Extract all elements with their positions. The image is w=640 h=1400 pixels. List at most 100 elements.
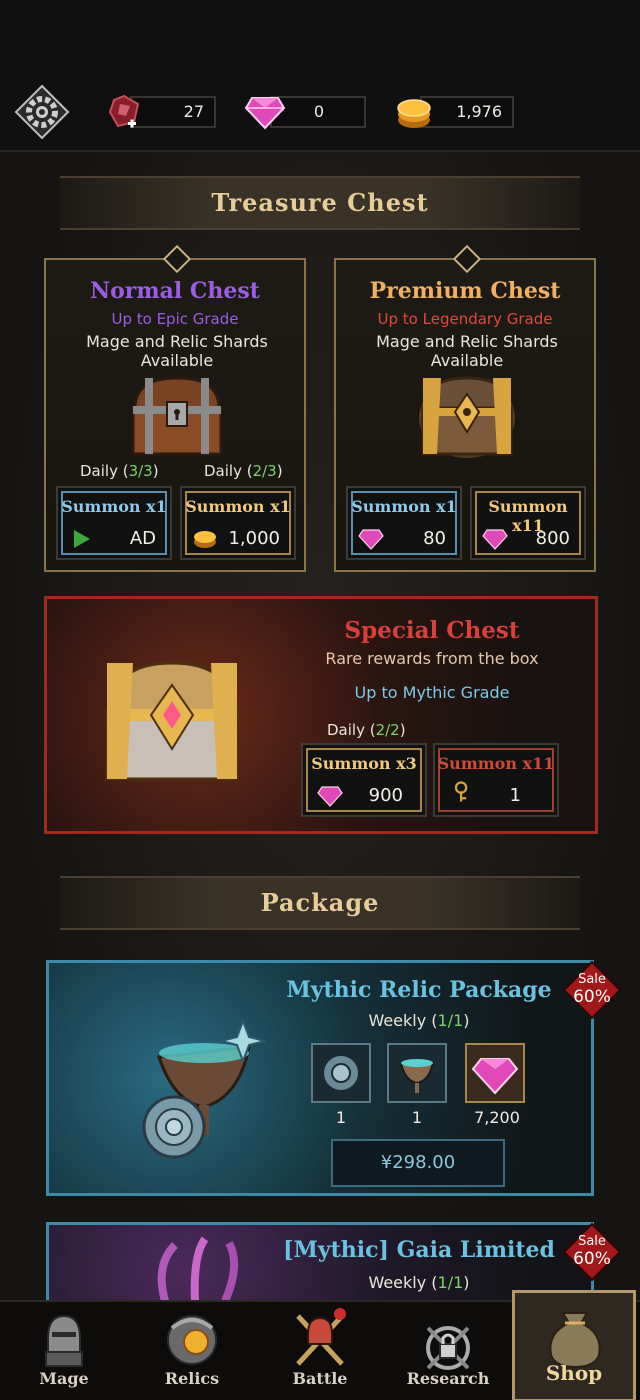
- button-cost: 800: [535, 528, 570, 549]
- golden-chest-icon: [419, 376, 515, 458]
- special-summon-x3-button[interactable]: Summon x3 900: [301, 743, 427, 817]
- normal-chest-desc: Mage and Relic Shards Available: [86, 332, 268, 370]
- nav-relics[interactable]: Relics: [134, 1302, 250, 1400]
- gems-qty: 7,200: [474, 1108, 520, 1127]
- nav-label: Research: [406, 1369, 490, 1388]
- weekly-label: Weekly (: [368, 1011, 438, 1030]
- package-item-rose[interactable]: [311, 1043, 371, 1103]
- relic-bundle-icon: [142, 1018, 266, 1159]
- normal-chest-grade: Up to Epic Grade: [111, 310, 239, 328]
- premium-chest-grade: Up to Legendary Grade: [377, 310, 553, 328]
- normal-summon-ad-button[interactable]: Summon x1 AD: [56, 486, 172, 560]
- nav-battle[interactable]: Battle: [262, 1302, 378, 1400]
- daily-close: ): [152, 462, 159, 480]
- gems-value: 0: [313, 102, 324, 121]
- button-cost: AD: [129, 528, 156, 549]
- special-chest-grade: Up to Mythic Grade: [354, 683, 510, 702]
- gem-icon: [244, 97, 286, 130]
- special-daily: Daily (2/2): [327, 721, 406, 739]
- gold-value: 1,976: [456, 102, 502, 121]
- normal-summon-gold-button[interactable]: Summon x1 1,000: [180, 486, 296, 560]
- mythic-relic-package-card[interactable]: Mythic Relic Package Weekly (1/1) 1 1 7,…: [46, 960, 594, 1196]
- nav-research[interactable]: Research: [390, 1302, 506, 1400]
- normal-chest-card: Normal Chest Up to Epic Grade Mage and R…: [44, 244, 306, 572]
- button-cost: 1,000: [228, 528, 280, 549]
- treasure-chest-title: Treasure Chest: [211, 188, 429, 217]
- daily-close: ): [399, 721, 406, 739]
- premium-summon-x11-button[interactable]: Summon x11 800: [470, 486, 586, 560]
- sale-word: Sale: [578, 1234, 606, 1249]
- weekly-close: ): [463, 1273, 470, 1292]
- package-item-chalice[interactable]: [387, 1043, 447, 1103]
- top-bar: 27 0 1,976: [0, 0, 640, 152]
- premium-summon-x1-button[interactable]: Summon x1 80: [346, 486, 462, 560]
- gem-icon: [317, 786, 343, 807]
- normal-daily-left: Daily (3/3): [80, 462, 159, 480]
- sale-badge: Sale 60%: [562, 1222, 622, 1282]
- nav-label: Shop: [545, 1361, 603, 1385]
- premium-chest-desc: Mage and Relic Shards Available: [376, 332, 558, 370]
- gold-coin-icon: [397, 99, 431, 128]
- bottom-nav: Mage Relics Battle Research Shop: [0, 1290, 640, 1400]
- weekly-close: ): [463, 1011, 470, 1030]
- button-label: Summon x1: [351, 497, 457, 516]
- nav-mage[interactable]: Mage: [6, 1302, 122, 1400]
- special-chest-card: Special Chest Rare rewards from the box …: [44, 596, 598, 834]
- treasure-chest-header: Treasure Chest: [60, 176, 580, 230]
- gear-icon: [14, 84, 70, 140]
- package-item-gems[interactable]: [465, 1043, 525, 1103]
- relic-orb-icon: [167, 1315, 217, 1365]
- normal-chest-title: Normal Chest: [90, 278, 260, 304]
- normal-daily-right: Daily (2/3): [204, 462, 283, 480]
- ornate-chest-icon: [105, 661, 239, 781]
- nav-label: Relics: [164, 1369, 220, 1388]
- wooden-chest-icon: [131, 376, 223, 456]
- premium-chest-card: Premium Chest Up to Legendary Grade Mage…: [334, 244, 596, 572]
- button-label: Summon x3: [311, 754, 417, 773]
- money-bag-icon: [549, 1312, 601, 1369]
- rose-icon: [322, 1054, 360, 1092]
- daily-label: Daily (: [80, 462, 129, 480]
- hearts-value: 27: [183, 102, 204, 121]
- price-label: ¥298.00: [380, 1152, 456, 1173]
- button-label: Summon x11: [437, 754, 555, 773]
- special-summon-x11-button[interactable]: Summon x11 1: [433, 743, 559, 817]
- weekly-label: Weekly (: [368, 1273, 438, 1292]
- package-header: Package: [60, 876, 580, 930]
- sale-badge: Sale 60%: [562, 960, 622, 1020]
- mythic-package-title: Mythic Relic Package: [286, 977, 552, 1003]
- premium-chest-title: Premium Chest: [369, 278, 561, 304]
- button-label: Summon x1: [61, 497, 167, 516]
- nav-label: Battle: [292, 1369, 348, 1388]
- tentacle-plant-icon: [157, 1236, 239, 1301]
- button-cost: 900: [368, 785, 403, 806]
- chalice-icon: [399, 1059, 435, 1093]
- gem-icon: [482, 529, 508, 550]
- mythic-package-weekly: Weekly (1/1): [279, 1011, 559, 1030]
- key-icon: [454, 781, 468, 802]
- rose-qty: 1: [335, 1108, 347, 1127]
- nav-label: Mage: [39, 1369, 89, 1388]
- resource-gold: 1,976: [420, 96, 514, 128]
- daily-count: 3/3: [128, 462, 153, 480]
- sale-percent: 60%: [573, 1249, 611, 1269]
- daily-label: Daily (: [204, 462, 253, 480]
- daily-close: ): [276, 462, 283, 480]
- sale-word: Sale: [578, 972, 606, 987]
- weekly-count: 1/1: [437, 1273, 464, 1292]
- daily-label: Daily (: [327, 721, 376, 739]
- settings-button[interactable]: [14, 84, 70, 140]
- button-cost: 1: [509, 785, 521, 806]
- mythic-package-price-button[interactable]: ¥298.00: [331, 1139, 505, 1187]
- gaia-limited-card[interactable]: [Mythic] Gaia Limited Weekly (1/1): [46, 1222, 594, 1301]
- heart-crystal-icon[interactable]: [104, 92, 144, 132]
- daily-count: 2/2: [375, 721, 400, 739]
- button-label: Summon x1: [185, 497, 291, 516]
- nav-shop[interactable]: Shop: [512, 1290, 636, 1400]
- locked-research-icon: [426, 1326, 470, 1370]
- special-chest-title: Special Chest: [344, 617, 520, 644]
- chalice-qty: 1: [411, 1108, 423, 1127]
- weekly-count: 1/1: [437, 1011, 464, 1030]
- play-ad-icon: [74, 530, 90, 548]
- gold-coin-icon: [194, 531, 216, 548]
